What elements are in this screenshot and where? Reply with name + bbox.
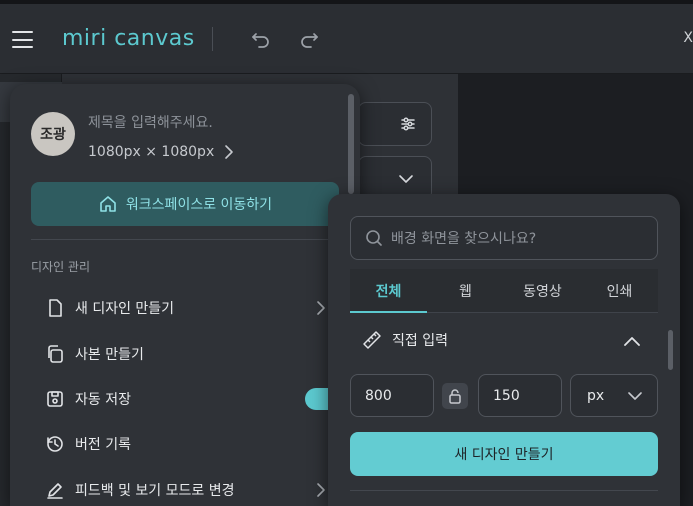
menu-item-label: 사본 만들기 xyxy=(75,347,144,363)
height-input[interactable]: 150 xyxy=(478,374,562,417)
chevron-right-icon xyxy=(317,301,325,315)
tab-web[interactable]: 웹 xyxy=(427,269,504,312)
direct-input-header[interactable]: 직접 입력 xyxy=(362,330,448,350)
create-design-button[interactable]: 새 디자인 만들기 xyxy=(350,432,658,476)
menu-item-autosave[interactable]: 자동 저장 xyxy=(45,384,345,414)
menu-item-feedback-mode[interactable]: 피드백 및 보기 모드로 변경 xyxy=(45,475,335,505)
pencil-icon xyxy=(47,483,63,499)
width-input[interactable]: 800 xyxy=(350,374,434,417)
filter-sliders-icon xyxy=(401,117,415,131)
unit-select[interactable]: px xyxy=(570,374,658,417)
filter-box[interactable] xyxy=(358,102,432,146)
direct-input-label: 직접 입력 xyxy=(392,333,448,349)
copy-icon xyxy=(48,345,63,363)
menu-item-label: 버전 기록 xyxy=(75,437,131,453)
avatar[interactable]: 조광 xyxy=(31,112,75,156)
menu-item-history[interactable]: 버전 기록 xyxy=(45,429,335,459)
chevron-down-icon xyxy=(399,175,413,183)
topbar-right-text[interactable]: X xyxy=(683,30,693,46)
chevron-right-icon xyxy=(317,483,325,497)
category-tabs: 전체 웹 동영상 인쇄 xyxy=(350,269,658,313)
tab-print[interactable]: 인쇄 xyxy=(581,269,658,312)
save-icon xyxy=(47,391,63,407)
tab-all[interactable]: 전체 xyxy=(350,269,427,313)
redo-icon[interactable] xyxy=(298,28,320,50)
design-size[interactable]: 1080px × 1080px xyxy=(88,144,234,160)
home-icon xyxy=(100,196,116,212)
menu-item-new-design[interactable]: 새 디자인 만들기 xyxy=(45,293,335,323)
menu-item-label: 자동 저장 xyxy=(75,392,131,408)
menu-item-label: 피드백 및 보기 모드로 변경 xyxy=(75,483,235,499)
chevron-up-icon[interactable] xyxy=(622,334,642,348)
menu-item-copy[interactable]: 사본 만들기 xyxy=(45,339,335,369)
window-strip xyxy=(0,0,693,4)
workspace-button[interactable]: 워크스페이스로 이동하기 xyxy=(31,182,339,226)
search-placeholder: 배경 화면을 찾으시나요? xyxy=(391,231,537,247)
panel-divider xyxy=(350,490,658,491)
unit-value: px xyxy=(587,387,605,404)
file-icon xyxy=(49,299,62,317)
menu-scrollbar[interactable] xyxy=(348,94,354,194)
menu-toggle-icon[interactable] xyxy=(12,31,33,48)
toolbar-divider xyxy=(212,27,213,51)
chevron-right-icon xyxy=(225,145,234,159)
app-logo[interactable]: miri canvas xyxy=(62,26,195,51)
design-size-text: 1080px × 1080px xyxy=(88,144,215,160)
chevron-down-icon xyxy=(628,392,642,400)
section-label: 디자인 관리 xyxy=(31,260,91,274)
top-bar: miri canvas X xyxy=(0,0,693,74)
history-icon xyxy=(47,436,63,452)
design-menu: 조광 제목을 입력해주세요. 1080px × 1080px 워크스페이스로 이… xyxy=(10,84,360,506)
new-design-panel: 배경 화면을 찾으시나요? 전체 웹 동영상 인쇄 직접 입력 800 150 … xyxy=(328,194,680,506)
panel-scrollbar[interactable] xyxy=(668,330,673,370)
ruler-icon xyxy=(363,331,381,349)
menu-item-label: 새 디자인 만들기 xyxy=(75,301,175,317)
search-icon xyxy=(366,230,382,246)
undo-icon[interactable] xyxy=(250,28,272,50)
aspect-lock-button[interactable] xyxy=(442,383,468,409)
tab-video[interactable]: 동영상 xyxy=(504,269,581,312)
menu-divider xyxy=(31,239,339,240)
workspace-button-label: 워크스페이스로 이동하기 xyxy=(125,197,273,213)
lock-icon xyxy=(449,389,461,404)
design-title-input[interactable]: 제목을 입력해주세요. xyxy=(88,112,213,132)
template-search-input[interactable]: 배경 화면을 찾으시나요? xyxy=(350,216,658,260)
